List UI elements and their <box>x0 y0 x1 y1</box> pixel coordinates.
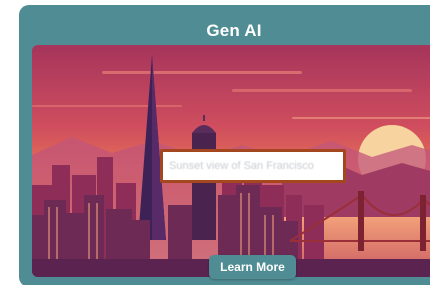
prompt-input[interactable]: Sunset view of San Francisco <box>160 149 346 183</box>
prompt-text: Sunset view of San Francisco <box>169 160 314 172</box>
learn-more-button[interactable]: Learn More <box>209 255 296 279</box>
card-title: Gen AI <box>206 21 262 40</box>
gen-ai-card: Gen AI Sunset view of San Francisco Lear… <box>19 5 430 285</box>
